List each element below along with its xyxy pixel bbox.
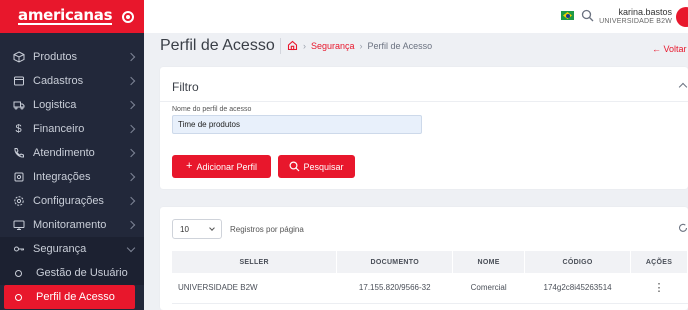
brand-logo[interactable]: americanas xyxy=(18,8,113,25)
chevron-right-icon xyxy=(126,76,136,86)
arrow-left-icon: ← xyxy=(652,44,661,54)
back-label: Voltar xyxy=(663,44,687,54)
refresh-icon[interactable] xyxy=(678,220,688,232)
cell-acoes: ⋮ xyxy=(630,273,688,304)
add-profile-button[interactable]: + Adicionar Perfil xyxy=(172,155,271,178)
sidebar-item-logistica[interactable]: Logistica xyxy=(0,93,144,117)
add-profile-label: Adicionar Perfil xyxy=(196,161,257,172)
circle-icon xyxy=(15,269,22,277)
chevron-right-icon xyxy=(126,148,136,158)
per-page-value: 10 xyxy=(180,224,189,234)
breadcrumb: › Segurança › Perfil de Acesso xyxy=(287,40,432,51)
column-header-acoes: AÇÕES xyxy=(630,251,688,273)
profile-name-input[interactable] xyxy=(172,115,422,134)
dollar-icon: $ xyxy=(15,123,22,135)
header-divider xyxy=(280,38,281,54)
monitor-icon xyxy=(12,219,25,232)
sidebar-toggle-icon[interactable] xyxy=(122,10,134,23)
plus-icon: + xyxy=(186,160,193,172)
search-icon xyxy=(289,161,300,172)
truck-icon xyxy=(12,99,25,112)
folder-icon xyxy=(12,75,25,88)
user-organization: UNIVERSIDADE B2W xyxy=(599,18,672,25)
sidebar-item-label: Segurança xyxy=(33,243,87,255)
table-row[interactable]: UNIVERSIDADE B2W 17.155.820/9566-32 Come… xyxy=(172,273,688,304)
sidebar-item-label: Logistica xyxy=(33,99,77,111)
sidebar-item-label: Financeiro xyxy=(33,123,85,135)
key-icon xyxy=(12,243,25,256)
chevron-right-icon xyxy=(126,124,136,134)
sidebar-item-cadastros[interactable]: Cadastros xyxy=(0,69,144,93)
profile-name-label: Nome do perfil de acesso xyxy=(172,106,252,113)
home-icon[interactable] xyxy=(287,40,298,51)
column-header-seller[interactable]: SELLER xyxy=(172,251,338,273)
column-header-codigo[interactable]: CÓDIGO xyxy=(524,251,632,273)
cell-nome: Comercial xyxy=(452,273,525,304)
filter-card: Filtro Nome do perfil de acesso + Adicio… xyxy=(160,67,688,189)
chevron-right-icon xyxy=(126,100,136,110)
breadcrumb-current: Perfil de Acesso xyxy=(367,40,433,51)
sidebar-item-label: Cadastros xyxy=(33,75,84,87)
sidebar-item-label: Produtos xyxy=(33,51,78,63)
avatar[interactable] xyxy=(676,7,688,27)
column-header-nome[interactable]: NOME xyxy=(452,251,526,273)
sidebar-item-monitoramento[interactable]: Monitoramento xyxy=(0,213,144,237)
breadcrumb-link[interactable]: Segurança xyxy=(311,41,355,51)
cell-seller: UNIVERSIDADE B2W xyxy=(172,273,337,304)
sidebar-subitem-gestao-usuario[interactable]: Gestão de Usuário xyxy=(0,261,144,285)
sidebar-menu: Produtos Cadastros Logistica $ Financeir… xyxy=(0,45,144,309)
chevron-right-icon: › xyxy=(303,40,306,51)
chevron-right-icon xyxy=(126,196,136,206)
table-header-row: SELLER DOCUMENTO NOME CÓDIGO AÇÕES xyxy=(172,251,688,273)
page-title: Perfil de Acesso xyxy=(160,37,275,54)
sidebar-item-seguranca[interactable]: Segurança xyxy=(0,237,144,261)
divider xyxy=(160,101,688,102)
profiles-table: SELLER DOCUMENTO NOME CÓDIGO AÇÕES UNIVE… xyxy=(172,251,688,304)
search-label: Pesquisar xyxy=(303,161,344,172)
sidebar-item-atendimento[interactable]: Atendimento xyxy=(0,141,144,165)
sidebar-item-produtos[interactable]: Produtos xyxy=(0,45,144,69)
filter-title: Filtro xyxy=(172,80,199,94)
sidebar-item-label: Monitoramento xyxy=(33,219,107,231)
search-icon[interactable] xyxy=(581,9,595,23)
chevron-down-icon xyxy=(126,243,136,252)
per-page-select[interactable]: 10 xyxy=(172,219,222,239)
chevron-right-icon: › xyxy=(359,40,363,51)
brand-bar: americanas xyxy=(0,0,144,33)
sidebar-item-configuracoes[interactable]: Configurações xyxy=(0,189,144,213)
cell-documento: 17.155.820/9566-32 xyxy=(336,273,453,304)
user-name[interactable]: karina.bastos xyxy=(618,7,672,17)
more-vertical-icon[interactable]: ⋮ xyxy=(654,282,665,294)
chevron-right-icon xyxy=(126,220,136,230)
brazil-flag-icon[interactable] xyxy=(561,11,574,20)
results-card: 10 Registros por página SELLER DOCUMENTO… xyxy=(160,207,688,310)
sidebar-item-financeiro[interactable]: $ Financeiro xyxy=(0,117,144,141)
sidebar-item-label: Atendimento xyxy=(33,147,95,159)
cell-codigo: 174g2c8i45263514 xyxy=(524,273,631,304)
chevron-up-icon[interactable] xyxy=(678,82,688,92)
sidebar-subitem-label: Gestão de Usuário xyxy=(36,267,128,279)
cog-icon xyxy=(12,171,25,184)
phone-icon xyxy=(12,147,25,160)
sidebar-subitem-perfil-acesso[interactable]: Perfil de Acesso xyxy=(4,285,135,309)
sidebar-item-integracoes[interactable]: Integrações xyxy=(0,165,144,189)
circle-icon xyxy=(15,293,22,301)
settings-icon xyxy=(12,195,25,208)
sidebar-item-label: Configurações xyxy=(33,195,104,207)
column-header-documento[interactable]: DOCUMENTO xyxy=(336,251,454,273)
chevron-right-icon xyxy=(126,172,136,182)
chevron-right-icon xyxy=(126,52,136,62)
chevron-down-icon xyxy=(209,225,215,231)
box-icon xyxy=(12,51,25,64)
topbar: karina.bastos UNIVERSIDADE B2W xyxy=(144,0,688,33)
search-button[interactable]: Pesquisar xyxy=(278,155,355,178)
back-link[interactable]: ← Voltar xyxy=(652,44,687,54)
sidebar-subitem-label: Perfil de Acesso xyxy=(36,291,115,303)
per-page-label: Registros por página xyxy=(230,225,304,234)
sidebar: americanas Produtos Cadastros Logistica xyxy=(0,0,144,310)
sidebar-item-label: Integrações xyxy=(33,171,91,183)
